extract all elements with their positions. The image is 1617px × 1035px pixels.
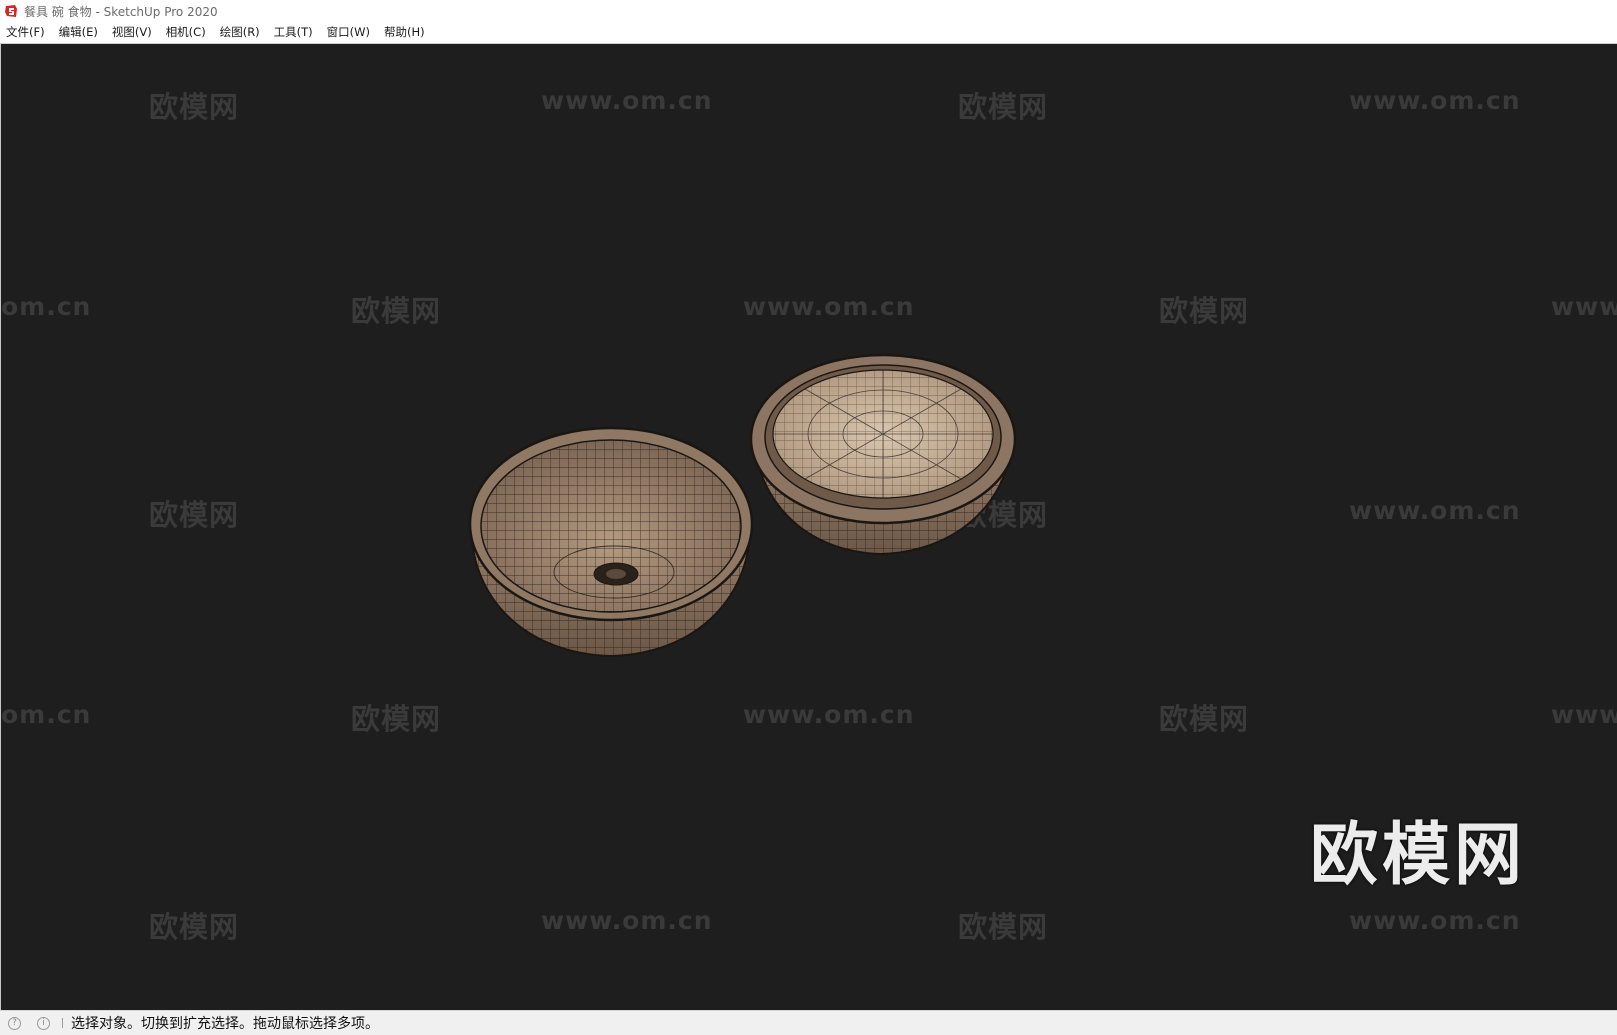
status-message: 选择对象。切换到扩充选择。拖动鼠标选择多项。: [71, 1016, 379, 1032]
menu-window[interactable]: 窗口(W): [320, 22, 377, 43]
logo-watermark: 欧模网: [1309, 816, 1526, 895]
empty-bowl-model[interactable]: [468, 426, 754, 658]
geo-location-icon[interactable]: ?: [8, 1016, 21, 1030]
food-bowl-model[interactable]: [749, 353, 1017, 556]
window-title: 餐具 碗 食物 - SketchUp Pro 2020: [24, 4, 218, 19]
status-bar: ? i 选择对象。切换到扩充选择。拖动鼠标选择多项。: [0, 1010, 1617, 1035]
info-icon[interactable]: i: [37, 1016, 50, 1030]
menu-edit[interactable]: 编辑(E): [52, 22, 105, 43]
status-divider: [62, 1018, 63, 1028]
menu-draw[interactable]: 绘图(R): [213, 22, 267, 43]
menu-bar: 文件(F) 编辑(E) 视图(V) 相机(C) 绘图(R) 工具(T) 窗口(W…: [0, 22, 1617, 44]
menu-help[interactable]: 帮助(H): [377, 22, 432, 43]
sketchup-logo-icon: [5, 5, 17, 17]
modeling-viewport[interactable]: 欧模网 www.om.cn 欧模网 www.om.cn om.cn 欧模网 ww…: [0, 44, 1617, 1010]
menu-tools[interactable]: 工具(T): [267, 22, 320, 43]
menu-view[interactable]: 视图(V): [105, 22, 159, 43]
title-bar: 餐具 碗 食物 - SketchUp Pro 2020: [0, 0, 1617, 22]
menu-file[interactable]: 文件(F): [0, 22, 52, 43]
menu-camera[interactable]: 相机(C): [159, 22, 213, 43]
